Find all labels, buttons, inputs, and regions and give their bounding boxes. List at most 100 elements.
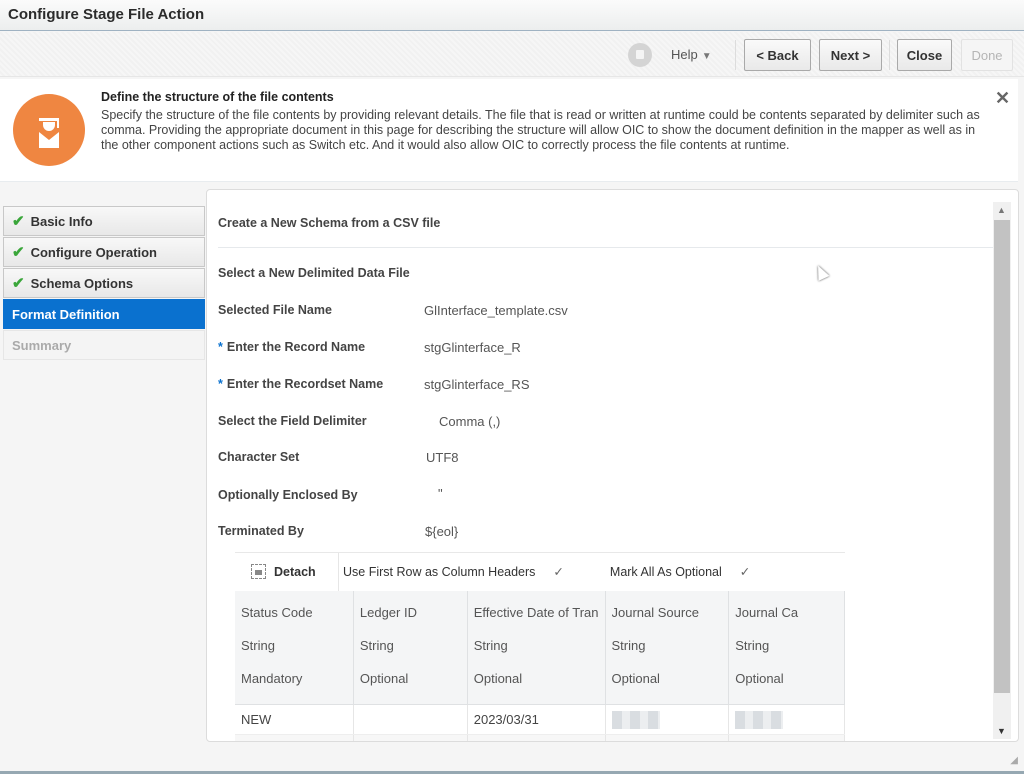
help-label: Help (671, 47, 698, 62)
table-header-row: Status Code String Mandatory Ledger ID Stri… (235, 591, 845, 705)
mark-optional-checkbox[interactable]: ✓ (740, 564, 750, 579)
column-type[interactable]: String (612, 638, 723, 671)
field-label: Selected File Name (218, 303, 332, 317)
field-label: Terminated By (218, 524, 304, 538)
caret-down-icon: ▼ (701, 51, 712, 62)
redacted-value (735, 710, 784, 729)
wizard-nav: ✔ Basic Info ✔ Configure Operation ✔ Sch… (3, 206, 205, 361)
use-first-row-checkbox[interactable]: ✓ (553, 564, 563, 579)
redacted-cell (605, 704, 730, 735)
graduate-icon (13, 94, 85, 166)
section-divider (218, 247, 993, 248)
redacted-cell (728, 734, 845, 741)
record-name-input[interactable]: stgGlinterface_R (424, 340, 521, 355)
nav-item-label: Summary (12, 337, 72, 353)
close-icon[interactable]: ✕ (995, 88, 1010, 109)
field-label-text: Enter the Recordset Name (226, 377, 384, 391)
column-requirement[interactable]: Optional (474, 671, 599, 704)
user-avatar-icon[interactable] (628, 43, 652, 67)
column-requirement[interactable]: Optional (612, 671, 723, 704)
redacted-value (735, 740, 784, 741)
window-title: Configure Stage File Action (8, 6, 205, 23)
required-marker: * (218, 340, 223, 354)
help-menu[interactable]: Help ▼ (671, 47, 712, 62)
info-heading: Define the structure of the file content… (101, 90, 334, 104)
scrollbar-thumb[interactable] (994, 220, 1010, 693)
nav-item-summary: Summary (3, 330, 205, 360)
scroll-up-icon[interactable]: ▲ (997, 205, 1006, 215)
field-label-text: Enter the Record Name (226, 340, 366, 354)
nav-item-configure-operation[interactable]: ✔ Configure Operation (3, 237, 205, 267)
nav-item-label: Schema Options (30, 275, 134, 291)
column-requirement[interactable]: Optional (360, 671, 461, 704)
column-type[interactable]: String (360, 638, 461, 671)
redacted-cell (728, 704, 845, 735)
enclosed-by-select[interactable]: " (438, 486, 443, 501)
toolbar: Help ▼ < Back Next > Close Done (0, 32, 1024, 77)
table-cell: 2023/03/31 (467, 704, 606, 735)
toolbar-divider (735, 40, 736, 70)
table-cell: NEW (235, 734, 354, 741)
detach-button[interactable]: Detach (235, 552, 339, 591)
recordset-name-input[interactable]: stgGlinterface_RS (424, 377, 530, 392)
vertical-scrollbar[interactable]: ▲ ▼ (993, 202, 1011, 739)
table-cell: 2023/03/31 (467, 734, 606, 741)
redacted-cell (605, 734, 730, 741)
table-row: NEW 2023/03/31 (235, 734, 845, 741)
column-type[interactable]: String (735, 638, 838, 671)
column-header[interactable]: Ledger ID String Optional (353, 591, 468, 705)
terminated-by-select[interactable]: ${eol} (425, 524, 458, 539)
detach-icon (251, 564, 266, 579)
back-button[interactable]: < Back (744, 39, 811, 71)
column-name: Effective Date of Tran (473, 605, 599, 620)
redacted-value (611, 740, 660, 741)
column-header[interactable]: Journal Ca String Optional (728, 591, 845, 705)
field-label: * Enter the Record Name (218, 340, 365, 354)
table-row: NEW 2023/03/31 (235, 704, 845, 735)
info-description: Specify the structure of the file conten… (101, 108, 980, 152)
format-definition-panel: Create a New Schema from a CSV file Sele… (206, 189, 1019, 742)
column-header[interactable]: Status Code String Mandatory (235, 591, 354, 705)
checkmark-icon: ✔ (12, 244, 25, 261)
column-name: Status Code (241, 605, 313, 620)
column-type[interactable]: String (474, 638, 599, 671)
field-delimiter-select[interactable]: Comma (,) (439, 414, 500, 429)
table-cell (353, 704, 468, 735)
column-header[interactable]: Journal Source String Optional (605, 591, 730, 705)
column-header[interactable]: Effective Date of Tran String Optional (467, 591, 606, 705)
select-file-label: Select a New Delimited Data File (218, 266, 410, 280)
nav-item-basic-info[interactable]: ✔ Basic Info (3, 206, 205, 236)
scroll-down-icon[interactable]: ▼ (997, 726, 1006, 736)
next-button[interactable]: Next > (819, 39, 882, 71)
redacted-value (611, 710, 660, 729)
detach-label: Detach (274, 564, 316, 579)
done-button[interactable]: Done (961, 39, 1013, 71)
table-cell: NEW (235, 704, 354, 735)
nav-item-format-definition[interactable]: Format Definition (3, 299, 205, 329)
selected-file-name-value: GlInterface_template.csv (424, 303, 568, 318)
section-title: Create a New Schema from a CSV file (218, 216, 441, 230)
mark-optional-label: Mark All As Optional (609, 564, 722, 579)
column-requirement[interactable]: Optional (735, 671, 838, 704)
column-requirement[interactable]: Mandatory (241, 671, 347, 704)
column-type[interactable]: String (241, 638, 347, 671)
resize-grip-icon[interactable]: ◢ (1010, 755, 1018, 766)
character-set-select[interactable]: UTF8 (426, 450, 459, 465)
toolbar-divider (889, 40, 890, 70)
field-label: * Enter the Recordset Name (218, 377, 383, 391)
nav-item-label: Configure Operation (30, 244, 157, 260)
preview-table: Status Code String Mandatory Ledger ID Stri… (235, 591, 845, 741)
info-banner: Define the structure of the file content… (0, 79, 1018, 182)
column-name: Journal Ca (735, 605, 799, 620)
use-first-row-label: Use First Row as Column Headers (343, 564, 536, 579)
checkmark-icon: ✔ (12, 213, 25, 230)
nav-item-label: Format Definition (12, 306, 120, 322)
nav-item-schema-options[interactable]: ✔ Schema Options (3, 268, 205, 298)
column-name: Ledger ID (359, 605, 417, 620)
nav-item-label: Basic Info (30, 213, 93, 229)
table-cell (353, 734, 468, 741)
grid-toolbar: Detach Use First Row as Column Headers ✓… (235, 552, 845, 591)
close-button[interactable]: Close (897, 39, 952, 71)
field-label: Select the Field Delimiter (218, 414, 367, 428)
column-name: Journal Source (611, 605, 699, 620)
